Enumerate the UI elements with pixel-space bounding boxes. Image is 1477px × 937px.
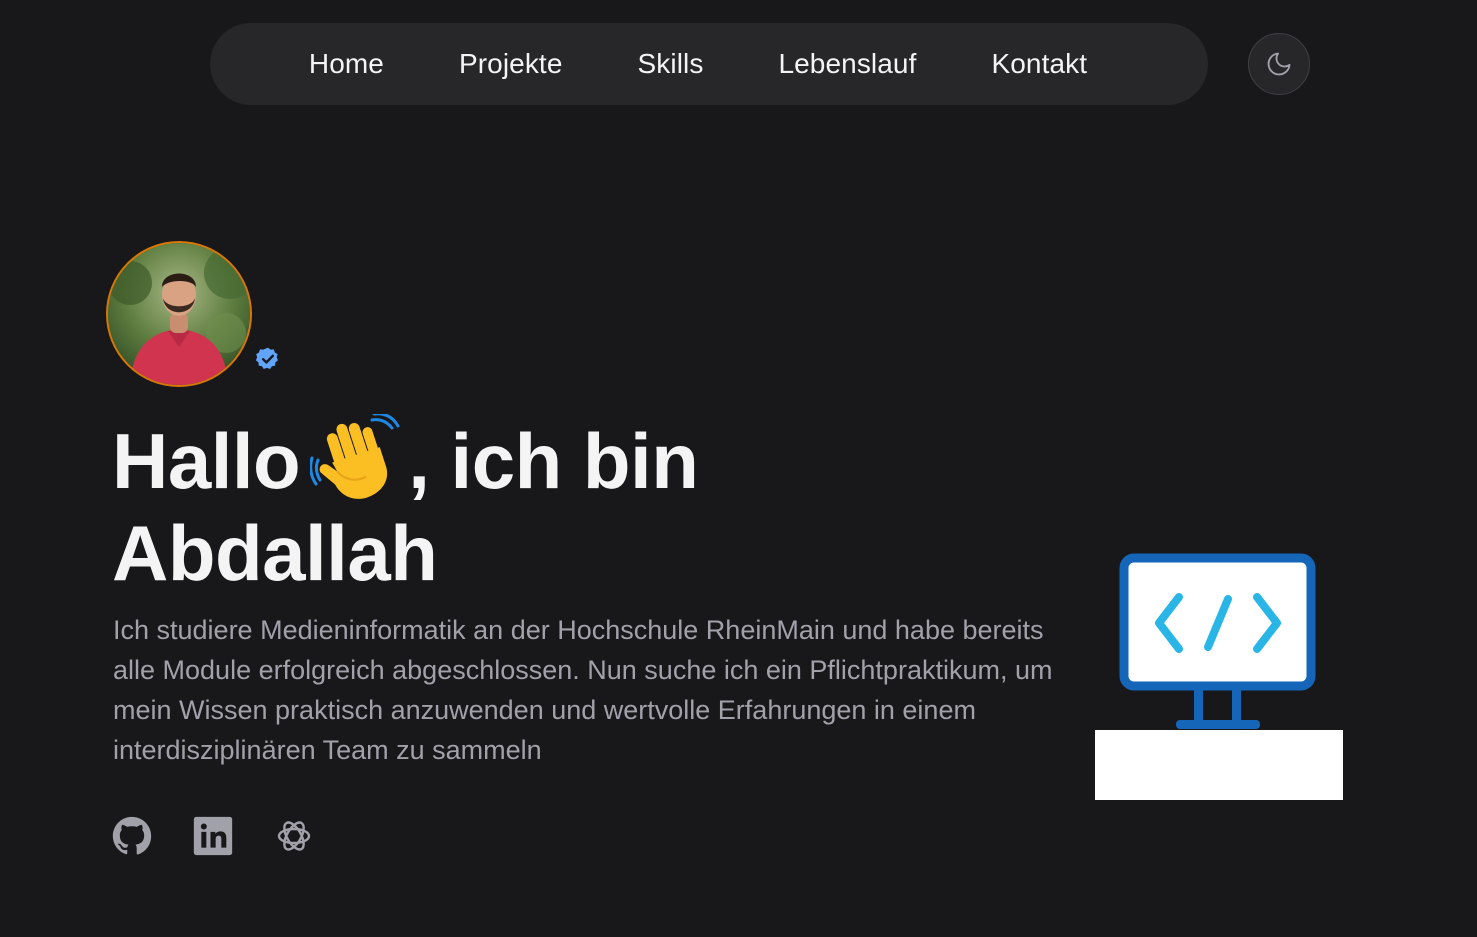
- page: Home Projekte Skills Lebenslauf Kontakt: [0, 0, 1477, 937]
- hero-description: Ich studiere Medieninformatik an der Hoc…: [113, 615, 1053, 765]
- social-links: [112, 816, 314, 856]
- nav-item-lebenslauf[interactable]: Lebenslauf: [778, 48, 916, 80]
- hero-heading: Hallo , ich bin Abdallah: [112, 412, 699, 593]
- greeting-hallo: Hallo: [112, 417, 301, 505]
- hero-name: Abdallah: [112, 509, 438, 597]
- nav-item-skills[interactable]: Skills: [638, 48, 704, 80]
- profile-photo: [106, 241, 252, 387]
- moon-icon: [1267, 52, 1291, 76]
- linkedin-icon: [193, 816, 233, 856]
- theme-toggle-button[interactable]: [1248, 33, 1310, 95]
- waving-hand-icon: [309, 412, 402, 513]
- github-icon: [112, 816, 152, 855]
- linkedin-link[interactable]: [193, 816, 233, 856]
- verified-badge-icon: [255, 347, 278, 369]
- nav-item-kontakt[interactable]: Kontakt: [991, 48, 1087, 80]
- nav-item-home[interactable]: Home: [309, 48, 384, 80]
- avatar: [106, 241, 252, 387]
- illustration-base: [1095, 730, 1343, 800]
- main-nav: Home Projekte Skills Lebenslauf Kontakt: [210, 23, 1208, 105]
- nav-item-projekte[interactable]: Projekte: [459, 48, 563, 80]
- greeting-ich-bin: , ich bin: [408, 417, 699, 505]
- openai-link[interactable]: [274, 816, 314, 856]
- openai-icon: [277, 821, 311, 851]
- github-link[interactable]: [112, 816, 152, 856]
